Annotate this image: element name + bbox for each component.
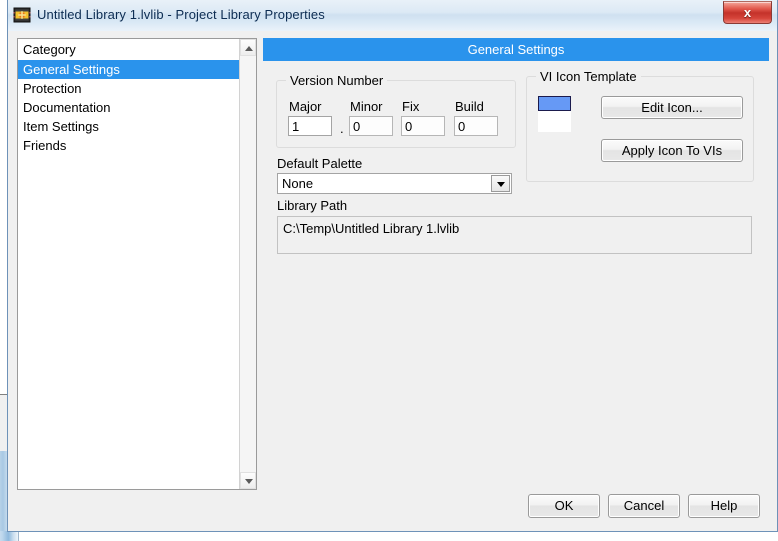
library-path-value: C:\Temp\Untitled Library 1.lvlib	[283, 221, 460, 236]
project-library-properties-dialog: Untitled Library 1.lvlib - Project Libra…	[7, 0, 778, 532]
library-path-label: Library Path	[277, 198, 348, 213]
version-build-field-group: Build	[454, 99, 498, 136]
cancel-button[interactable]: Cancel	[608, 494, 680, 518]
version-major-field-group: Major	[288, 99, 332, 136]
labview-library-icon	[13, 6, 31, 24]
version-separator-1: .	[340, 121, 344, 136]
close-icon: x	[743, 5, 752, 20]
close-button[interactable]: x	[723, 1, 772, 24]
help-button[interactable]: Help	[688, 494, 760, 518]
title-bar[interactable]: Untitled Library 1.lvlib - Project Libra…	[8, 0, 777, 32]
vi-icon-template-group: VI Icon Template Edit Icon... Apply Icon…	[526, 69, 754, 182]
version-major-label: Major	[289, 99, 322, 114]
category-list-header: Category	[23, 42, 76, 57]
vi-icon-preview-band	[538, 96, 571, 111]
version-minor-label: Minor	[350, 99, 383, 114]
chevron-down-icon	[245, 479, 253, 484]
default-palette-select[interactable]: None	[277, 173, 512, 194]
version-number-group-label: Version Number	[286, 73, 388, 88]
version-build-label: Build	[455, 99, 484, 114]
desktop-background: Untitled Library 1.lvlib - Project Libra…	[0, 0, 778, 541]
default-palette-value: None	[282, 176, 314, 191]
edit-icon-button[interactable]: Edit Icon...	[601, 96, 743, 119]
category-list: General Settings Protection Documentatio…	[18, 60, 239, 155]
version-major-input[interactable]	[288, 116, 332, 136]
chevron-up-icon	[245, 46, 253, 51]
vi-icon-template-group-label: VI Icon Template	[536, 69, 641, 84]
window-title: Untitled Library 1.lvlib - Project Libra…	[37, 7, 325, 22]
sidebar-item-documentation[interactable]: Documentation	[18, 98, 239, 117]
dialog-client-area: Category General Settings Protection Doc…	[8, 31, 777, 531]
version-minor-input[interactable]	[349, 116, 393, 136]
default-palette-label: Default Palette	[277, 156, 363, 171]
version-fix-label: Fix	[402, 99, 420, 114]
category-list-scrollbar[interactable]	[239, 39, 256, 489]
apply-icon-to-vis-button[interactable]: Apply Icon To VIs	[601, 139, 743, 162]
vi-icon-preview[interactable]	[538, 96, 571, 132]
scroll-down-button[interactable]	[240, 472, 256, 489]
chevron-down-icon	[497, 182, 505, 187]
library-path-field[interactable]: C:\Temp\Untitled Library 1.lvlib	[277, 216, 752, 254]
settings-content-pane: General Settings Version Number Major . …	[263, 38, 769, 490]
version-minor-field-group: Minor	[349, 99, 393, 136]
version-number-group: Version Number Major . Minor . Fix	[276, 73, 516, 148]
version-build-input[interactable]	[454, 116, 498, 136]
section-title-banner: General Settings	[263, 38, 769, 61]
version-fix-input[interactable]	[401, 116, 445, 136]
sidebar-item-protection[interactable]: Protection	[18, 79, 239, 98]
default-palette-dropdown-button[interactable]	[491, 175, 510, 192]
sidebar-item-friends[interactable]: Friends	[18, 136, 239, 155]
sidebar-item-item-settings[interactable]: Item Settings	[18, 117, 239, 136]
category-listbox[interactable]: Category General Settings Protection Doc…	[17, 38, 257, 490]
ok-button[interactable]: OK	[528, 494, 600, 518]
dialog-footer: OK Cancel Help	[8, 491, 777, 531]
version-fix-field-group: Fix	[401, 99, 445, 136]
scroll-up-button[interactable]	[240, 39, 256, 56]
sidebar-item-general-settings[interactable]: General Settings	[18, 60, 239, 79]
